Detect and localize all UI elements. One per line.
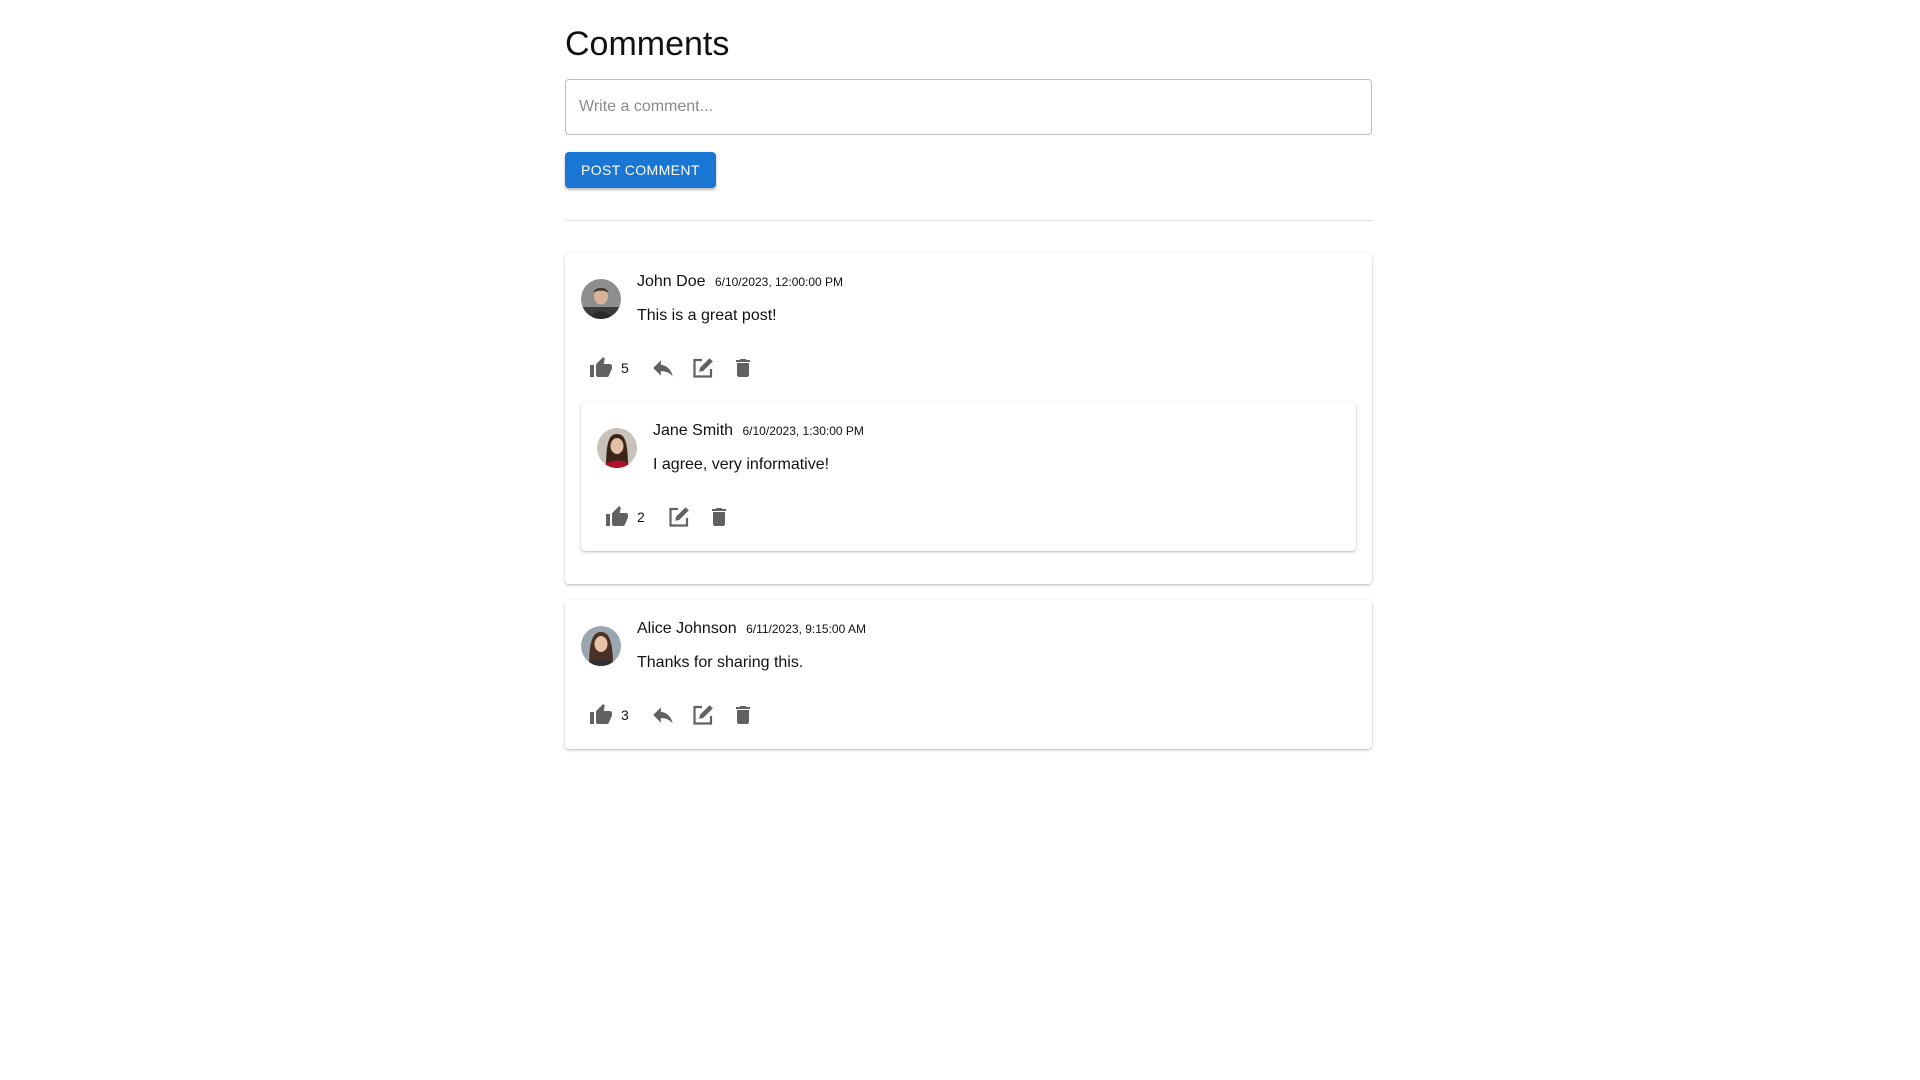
delete-button[interactable] (703, 501, 735, 533)
like-count: 3 (621, 707, 629, 723)
trash-icon (712, 508, 726, 526)
comment-timestamp: 6/10/2023, 1:30:00 PM (742, 424, 864, 438)
edit-icon (693, 358, 713, 378)
like-button[interactable] (585, 699, 617, 731)
thumbs-up-icon (590, 357, 612, 377)
like-count: 5 (621, 360, 629, 376)
comment-author: Jane Smith (653, 422, 734, 439)
comment-text: Thanks for sharing this. (637, 654, 804, 671)
comment-actions: 3 (585, 699, 759, 731)
like-count: 2 (637, 509, 645, 525)
thumbs-up-icon (590, 704, 612, 724)
comment-author: John Doe (637, 273, 706, 290)
edit-button[interactable] (687, 699, 719, 731)
comment-actions: 5 (585, 352, 759, 384)
comment-card: Alice Johnson 6/11/2023, 9:15:00 AM Than… (565, 600, 1372, 749)
reply-button[interactable] (647, 352, 679, 384)
comment-card: John Doe 6/10/2023, 12:00:00 PM This is … (565, 253, 1372, 584)
reply-icon (653, 707, 673, 724)
post-comment-button[interactable]: POST COMMENT (565, 152, 716, 188)
comment-text: I agree, very informative! (653, 456, 830, 473)
avatar (597, 428, 637, 468)
edit-button[interactable] (687, 352, 719, 384)
avatar (581, 279, 621, 319)
comment-actions: 2 (601, 501, 735, 533)
edit-button[interactable] (663, 501, 695, 533)
edit-icon (693, 705, 713, 725)
reply-card: Jane Smith 6/10/2023, 1:30:00 PM I agree… (581, 402, 1356, 551)
divider (565, 220, 1372, 221)
trash-icon (736, 359, 750, 377)
comment-input[interactable] (565, 79, 1372, 135)
trash-icon (736, 706, 750, 724)
comment-text: This is a great post! (637, 307, 777, 324)
page-title: Comments (565, 25, 730, 63)
like-button[interactable] (585, 352, 617, 384)
thumbs-up-icon (606, 506, 628, 526)
reply-button[interactable] (647, 699, 679, 731)
delete-button[interactable] (727, 352, 759, 384)
edit-icon (669, 507, 689, 527)
avatar (581, 626, 621, 666)
comment-author: Alice Johnson (637, 620, 737, 637)
reply-icon (653, 360, 673, 377)
like-button[interactable] (601, 501, 633, 533)
delete-button[interactable] (727, 699, 759, 731)
comment-timestamp: 6/10/2023, 12:00:00 PM (714, 275, 844, 289)
comment-timestamp: 6/11/2023, 9:15:00 AM (746, 622, 866, 636)
